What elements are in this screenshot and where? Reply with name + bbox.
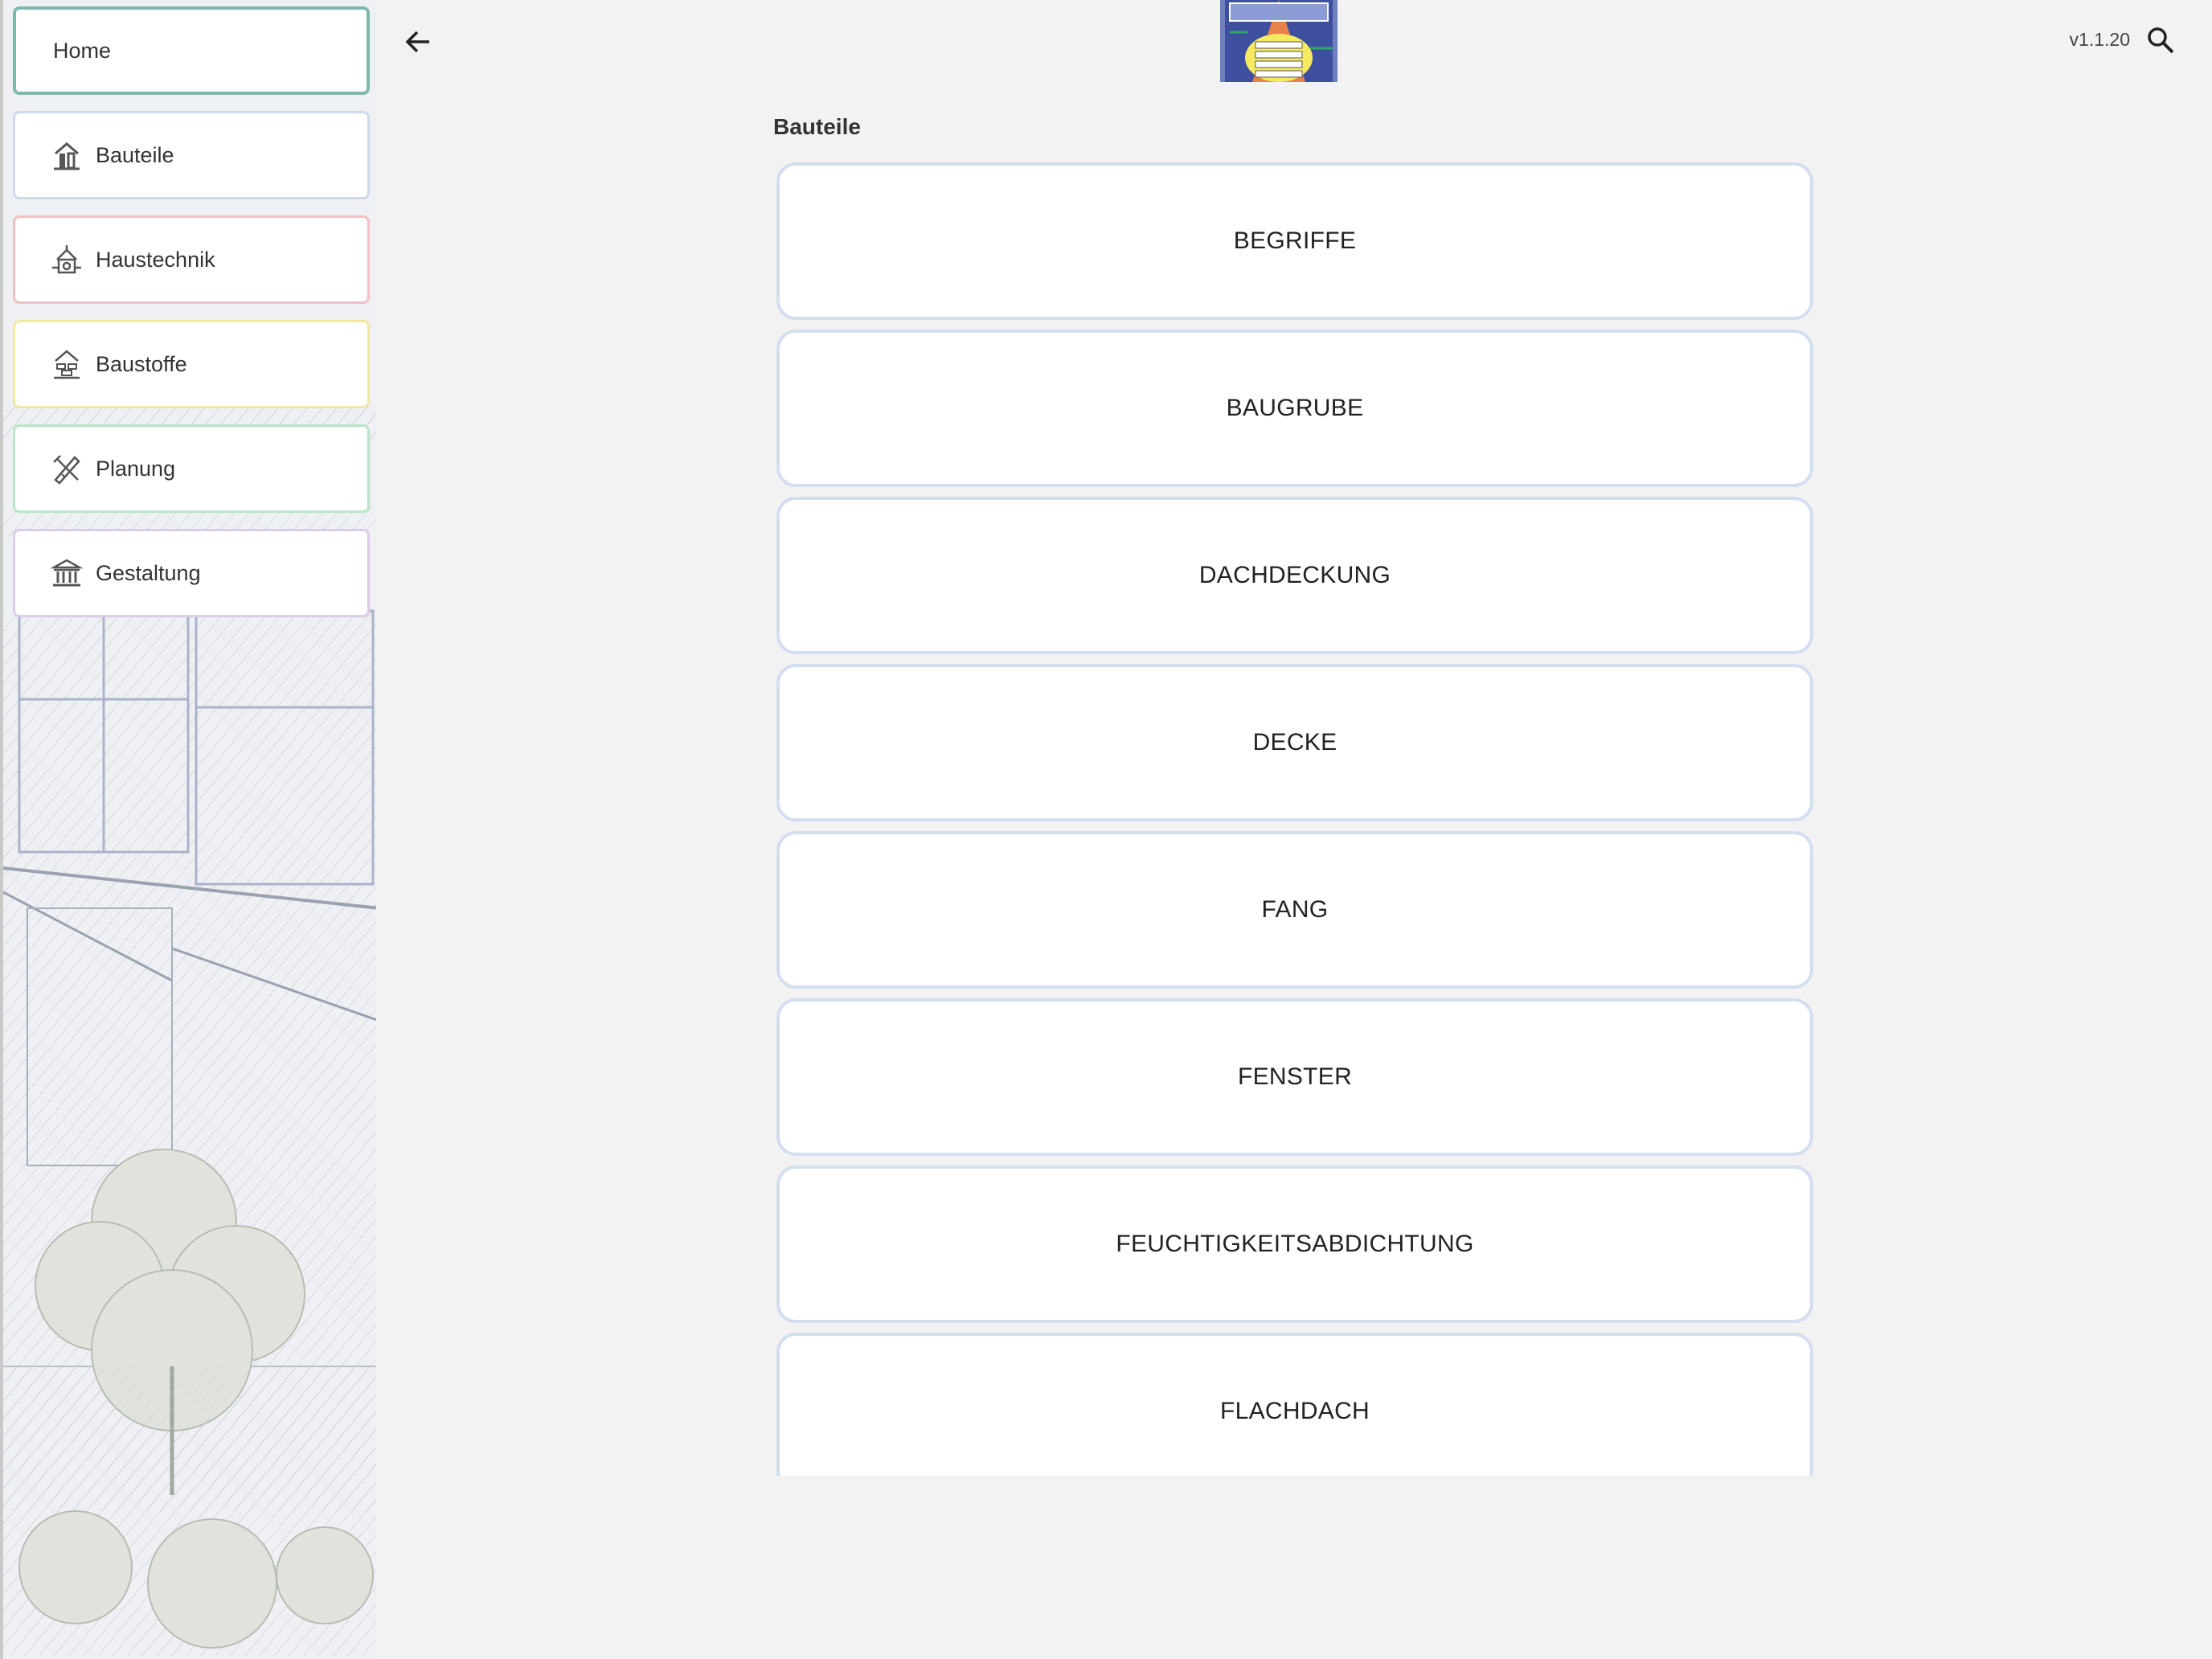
building-services-icon: [49, 242, 84, 277]
sidebar-item-baustoffe[interactable]: Baustoffe: [13, 320, 370, 408]
list-item-fang[interactable]: FANG: [776, 831, 1813, 989]
list-item-label: DECKE: [1252, 729, 1337, 756]
list-item-feuchtigkeitsabdichtung[interactable]: FEUCHTIGKEITSABDICHTUNG: [776, 1165, 1813, 1323]
sidebar-item-planung[interactable]: Planung: [13, 424, 370, 513]
list-item-baugrube[interactable]: BAUGRUBE: [776, 330, 1813, 487]
arrow-left-icon: [405, 31, 429, 53]
sidebar-item-gestaltung[interactable]: Gestaltung: [13, 529, 370, 617]
version-label: v1.1.20: [2069, 29, 2130, 50]
list-item-label: BAUGRUBE: [1226, 395, 1364, 421]
back-button[interactable]: [399, 23, 437, 61]
planning-tools-icon: [49, 451, 84, 486]
sidebar-item-haustechnik[interactable]: Haustechnik: [13, 215, 370, 304]
list-item-dachdeckung[interactable]: DACHDECKUNG: [776, 497, 1813, 654]
column-building-icon: [49, 555, 84, 591]
sidebar: Home Bauteile Haustechnik Baustoffe Plan…: [0, 0, 376, 1659]
sidebar-item-home[interactable]: Home: [13, 6, 370, 95]
list-item-fenster[interactable]: FENSTER: [776, 998, 1813, 1156]
sidebar-item-label: Planung: [96, 456, 176, 481]
list-item-flachdach[interactable]: FLACHDACH: [776, 1333, 1813, 1476]
list-item-label: FANG: [1261, 896, 1329, 923]
sidebar-item-label: Haustechnik: [96, 247, 215, 272]
sidebar-item-label: Gestaltung: [96, 560, 201, 585]
list-item-label: FENSTER: [1237, 1063, 1353, 1090]
list-item-label: BEGRIFFE: [1233, 227, 1357, 254]
list-item-begriffe[interactable]: BEGRIFFE: [776, 162, 1813, 320]
sidebar-item-bauteile[interactable]: Bauteile: [13, 111, 370, 199]
list-item-label: DACHDECKUNG: [1198, 562, 1391, 588]
app-logo: [1220, 0, 1337, 82]
search-icon: [2148, 27, 2174, 54]
sidebar-item-label: Bauteile: [96, 142, 174, 167]
sidebar-item-label: Home: [53, 38, 112, 63]
page-title: Bauteile: [773, 114, 861, 139]
list-item-label: FEUCHTIGKEITSABDICHTUNG: [1116, 1231, 1474, 1257]
category-list[interactable]: BEGRIFFE BAUGRUBE DACHDECKUNG DECKE FANG…: [773, 158, 1818, 1476]
building-materials-icon: [49, 346, 84, 382]
search-button[interactable]: [2141, 21, 2180, 59]
list-item-label: FLACHDACH: [1219, 1398, 1370, 1424]
sidebar-item-label: Baustoffe: [96, 351, 187, 376]
building-part-icon: [49, 137, 84, 173]
list-item-decke[interactable]: DECKE: [776, 664, 1813, 821]
